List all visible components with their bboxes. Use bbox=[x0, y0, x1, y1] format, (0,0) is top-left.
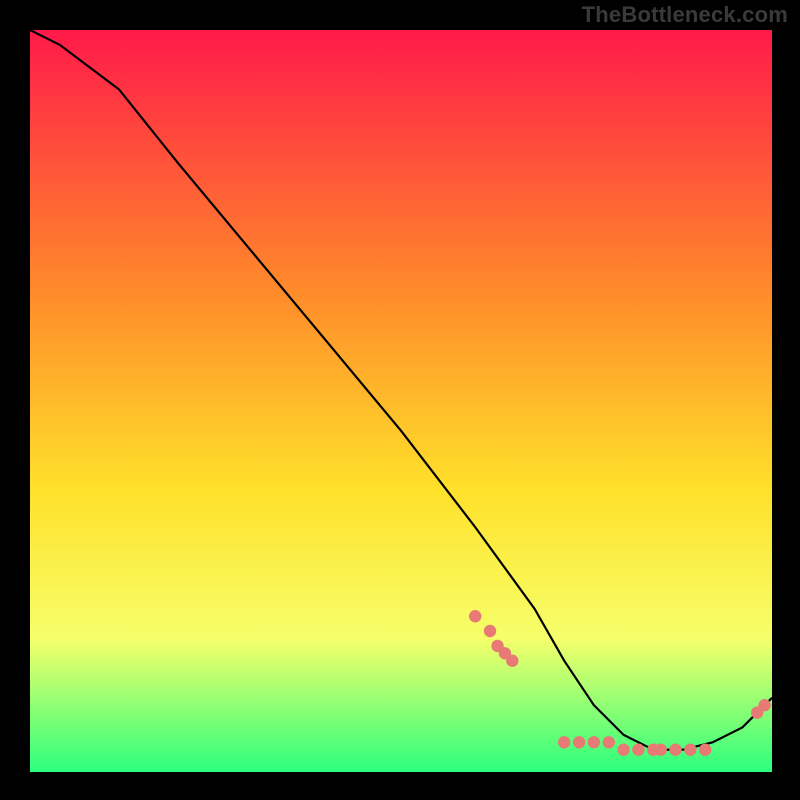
plot-area bbox=[30, 30, 772, 772]
data-point bbox=[588, 736, 600, 748]
data-point bbox=[558, 736, 570, 748]
chart-svg bbox=[30, 30, 772, 772]
data-point bbox=[655, 744, 667, 756]
data-point bbox=[617, 744, 629, 756]
data-point bbox=[469, 610, 481, 622]
watermark-text: TheBottleneck.com bbox=[582, 2, 788, 28]
gradient-background bbox=[30, 30, 772, 772]
data-point bbox=[699, 744, 711, 756]
data-point bbox=[758, 699, 770, 711]
data-point bbox=[603, 736, 615, 748]
data-point bbox=[573, 736, 585, 748]
data-point bbox=[684, 744, 696, 756]
data-point bbox=[506, 655, 518, 667]
data-point bbox=[669, 744, 681, 756]
chart-frame: TheBottleneck.com bbox=[0, 0, 800, 800]
data-point bbox=[632, 744, 644, 756]
data-point bbox=[484, 625, 496, 637]
